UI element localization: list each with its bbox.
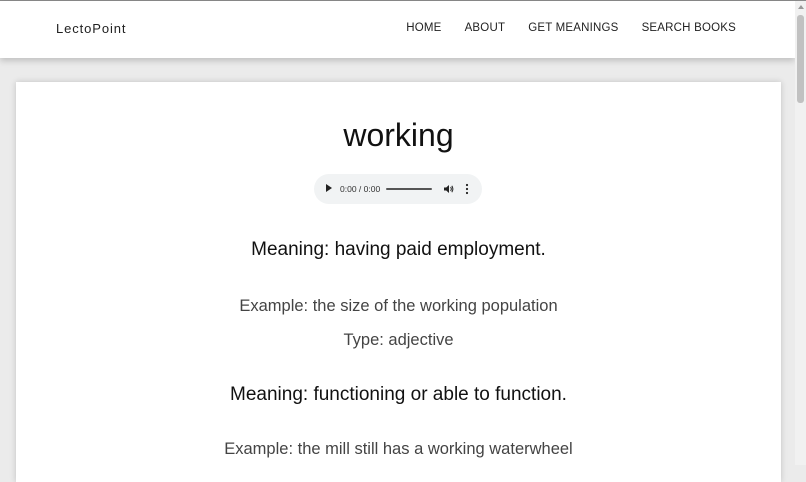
word-card: working 0:00 / 0:00 Meaning: having paid…	[16, 82, 781, 482]
volume-icon[interactable]	[443, 183, 455, 195]
nav-link-about[interactable]: ABOUT	[465, 22, 506, 34]
nav-link-get-meanings[interactable]: GET MEANINGS	[528, 22, 618, 34]
meaning-1: Meaning: having paid employment.	[251, 239, 546, 260]
more-vert-icon[interactable]	[465, 183, 469, 195]
scrollbar-thumb[interactable]	[797, 15, 804, 103]
nav-link-search-books[interactable]: SEARCH BOOKS	[642, 22, 736, 34]
example-2: Example: the mill still has a working wa…	[224, 440, 573, 458]
meaning-2: Meaning: functioning or able to function…	[230, 384, 567, 405]
type-1: Type: adjective	[343, 331, 454, 349]
brand-logo[interactable]: LectoPoint	[56, 21, 126, 36]
word-title: working	[343, 117, 454, 153]
nav-link-home[interactable]: HOME	[406, 22, 441, 34]
audio-time: 0:00 / 0:00	[340, 184, 381, 194]
navbar: LectoPoint HOME ABOUT GET MEANINGS SEARC…	[0, 1, 795, 58]
nav-links: HOME ABOUT GET MEANINGS SEARCH BOOKS	[406, 22, 736, 34]
page-scrollbar[interactable]	[795, 1, 806, 465]
audio-progress-track[interactable]	[386, 188, 432, 190]
scroll-up-arrow-icon[interactable]	[798, 5, 804, 9]
example-1: Example: the size of the working populat…	[239, 297, 558, 315]
audio-player[interactable]: 0:00 / 0:00	[314, 174, 482, 204]
play-icon[interactable]	[326, 184, 332, 192]
